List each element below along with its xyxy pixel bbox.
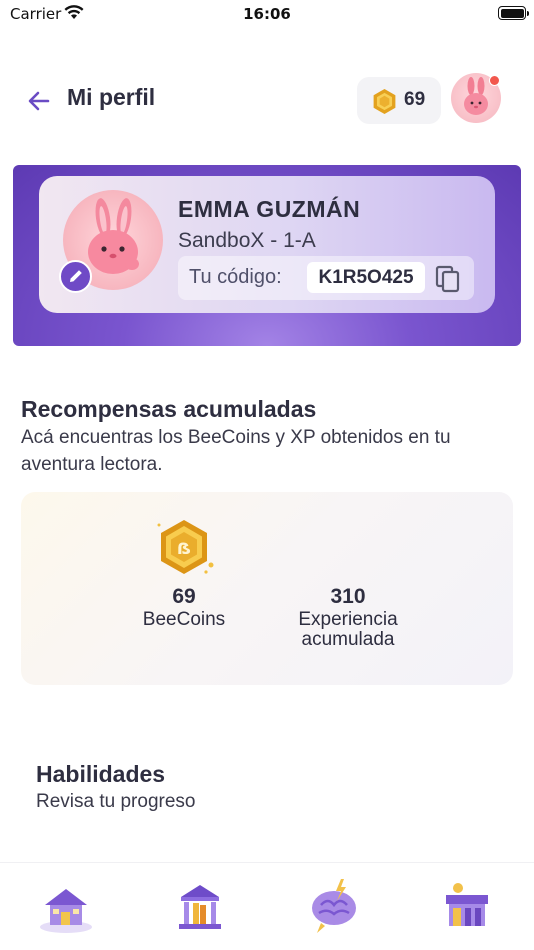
beecoins-value: 69 bbox=[172, 585, 196, 608]
library-icon bbox=[179, 885, 221, 929]
rewards-title: Recompensas acumuladas bbox=[21, 396, 317, 422]
rewards-subtitle-line-1: Acá encuentras los BeeCoins y XP obtenid… bbox=[21, 427, 451, 448]
nav-home[interactable] bbox=[33, 875, 99, 939]
student-class: SandboX - 1-A bbox=[178, 229, 316, 252]
nav-brain[interactable] bbox=[301, 875, 367, 939]
xp-label-line-1: Experiencia bbox=[298, 609, 398, 630]
nav-library[interactable] bbox=[167, 875, 233, 939]
beecoin-icon: ẞ bbox=[154, 517, 218, 585]
beecoins-label: BeeCoins bbox=[142, 609, 226, 630]
svg-text:ẞ: ẞ bbox=[177, 539, 191, 558]
arrow-left-icon bbox=[28, 91, 50, 111]
nav-store[interactable] bbox=[434, 875, 500, 939]
battery-icon bbox=[498, 6, 529, 20]
store-icon bbox=[446, 883, 488, 926]
profile-info-panel: EMMA GUZMÁN SandboX - 1-A Tu código: K1R… bbox=[39, 176, 495, 313]
pencil-icon bbox=[70, 270, 82, 282]
home-icon bbox=[40, 889, 92, 933]
coin-count: 69 bbox=[404, 89, 426, 110]
code-label: Tu código: bbox=[189, 266, 282, 288]
back-button[interactable] bbox=[26, 88, 52, 114]
avatar[interactable] bbox=[451, 73, 501, 123]
xp-value: 310 bbox=[330, 585, 366, 608]
page-title: Mi perfil bbox=[67, 84, 156, 110]
notification-dot bbox=[489, 75, 500, 86]
status-bar: Carrier 16:06 bbox=[0, 0, 534, 30]
profile-card: EMMA GUZMÁN SandboX - 1-A Tu código: K1R… bbox=[13, 165, 521, 346]
copy-code-button[interactable] bbox=[433, 264, 463, 294]
rewards-subtitle-line-2: aventura lectora. bbox=[21, 454, 163, 475]
beecoin-icon bbox=[371, 88, 398, 119]
student-name: EMMA GUZMÁN bbox=[178, 196, 361, 222]
skills-title: Habilidades bbox=[36, 761, 166, 787]
xp-label-line-2: acumulada bbox=[301, 629, 395, 650]
clock: 16:06 bbox=[243, 5, 291, 23]
code-value[interactable]: K1R5O425 bbox=[307, 262, 425, 293]
rewards-card: ẞ 69 BeeCoins 310 Experiencia acumulada bbox=[21, 492, 513, 685]
skills-subtitle: Revisa tu progreso bbox=[36, 791, 196, 812]
edit-avatar-button[interactable] bbox=[59, 260, 92, 293]
copy-icon bbox=[435, 265, 460, 293]
brain-icon bbox=[312, 879, 356, 933]
bottom-nav bbox=[0, 862, 534, 950]
coin-balance[interactable]: 69 bbox=[357, 77, 441, 124]
student-code-box: Tu código: K1R5O425 bbox=[178, 256, 474, 300]
